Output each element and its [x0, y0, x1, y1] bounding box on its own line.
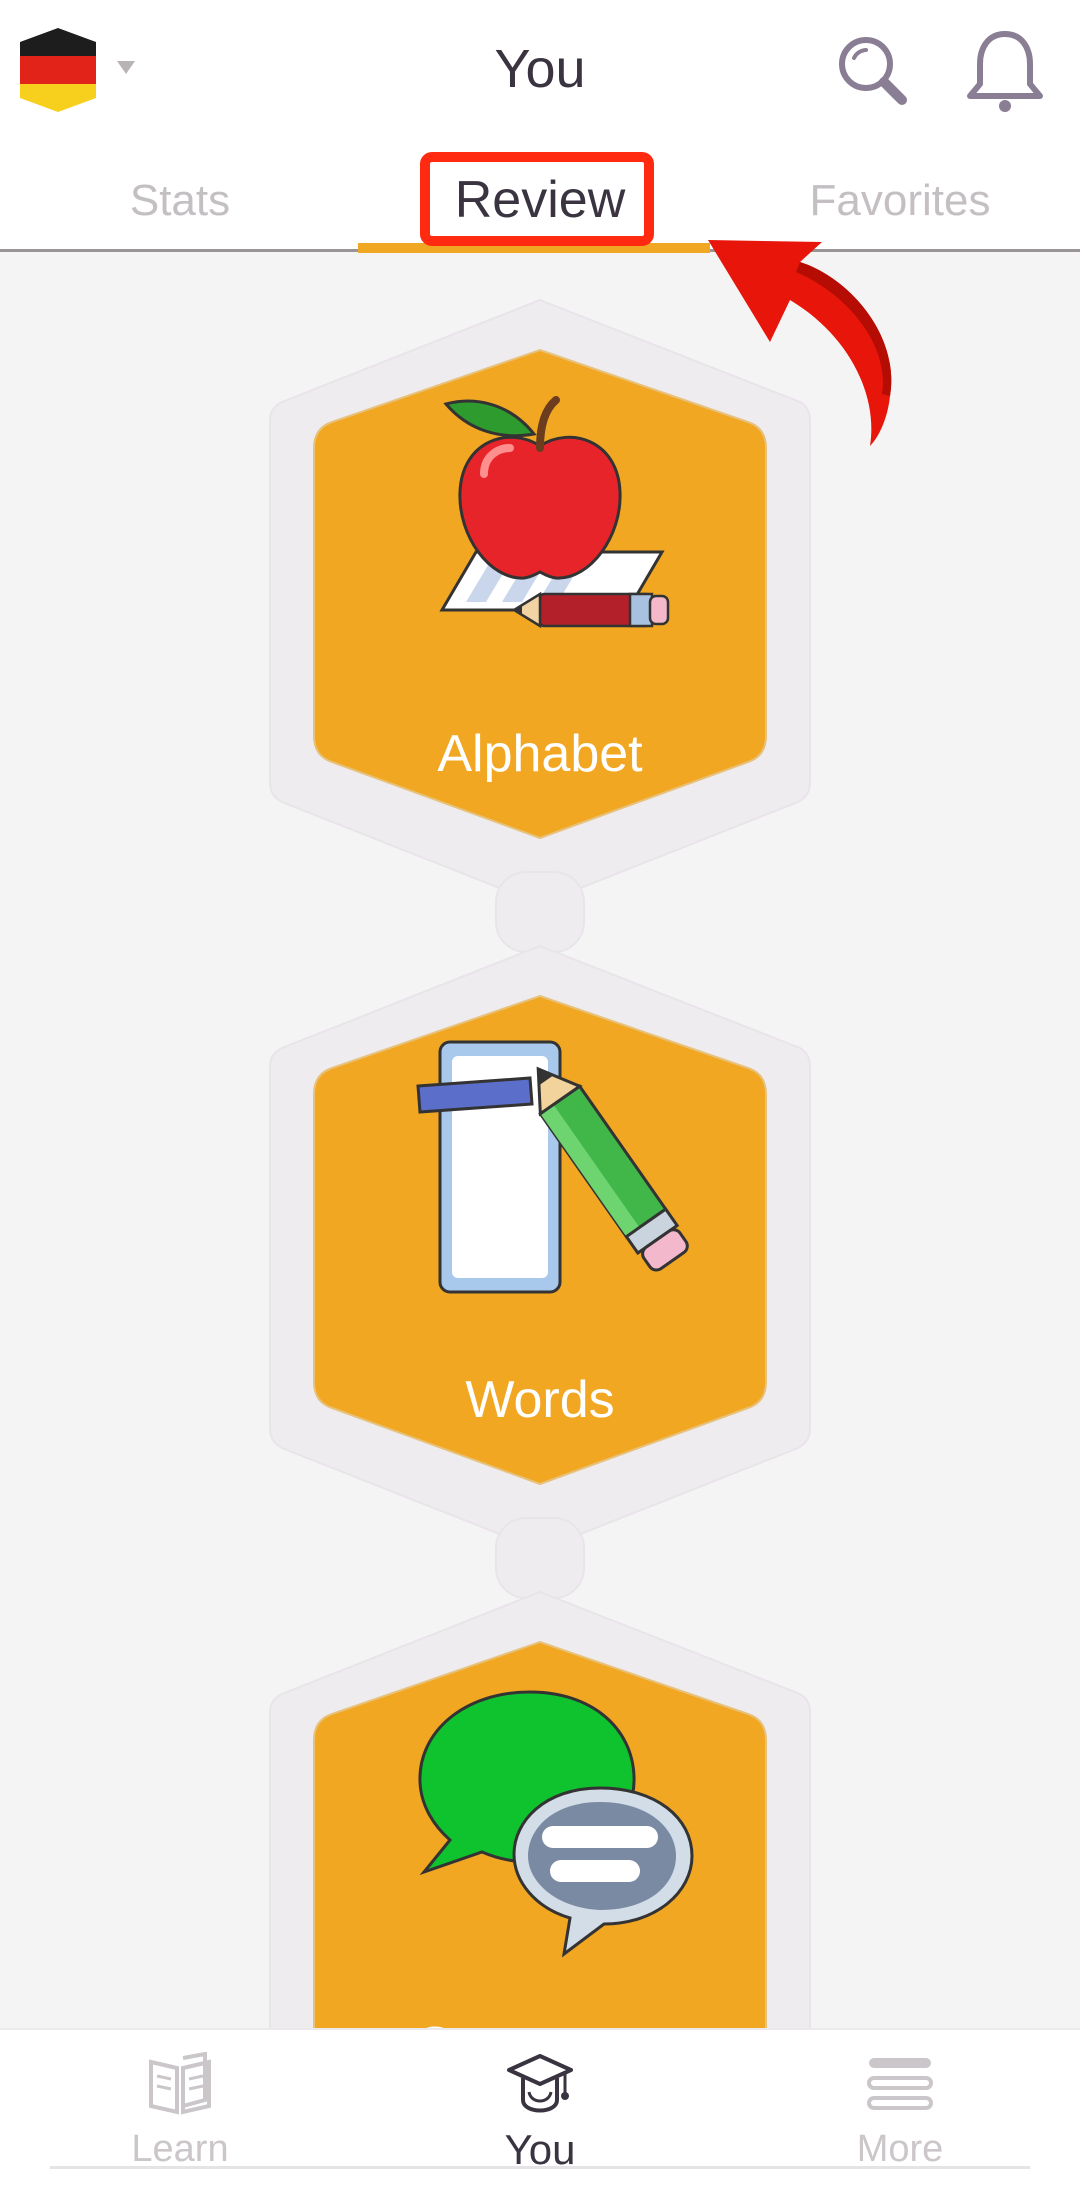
tab-review[interactable]: Review [360, 148, 720, 252]
notifications-button[interactable] [960, 28, 1050, 118]
nav-more[interactable]: More [720, 2030, 1080, 2188]
review-card-label: Sentences [300, 2016, 780, 2028]
review-card-sentences[interactable]: Sentences [300, 1636, 780, 2028]
graduation-cap-icon [507, 2054, 573, 2113]
language-selector[interactable] [16, 26, 146, 116]
review-card-words[interactable]: Words [300, 990, 780, 1490]
bottom-navigation: Learn You More [0, 2028, 1080, 2188]
nav-label: Learn [131, 2128, 229, 2170]
speech-bubbles-icon [418, 1690, 694, 1958]
nav-learn[interactable]: Learn [0, 2030, 360, 2188]
tab-bar: Stats Review Favorites [0, 148, 1080, 253]
tab-stats[interactable]: Stats [0, 148, 360, 252]
menu-lines-icon [867, 2058, 933, 2110]
caret-down-icon [117, 61, 135, 74]
page-title: You [494, 39, 586, 99]
bell-icon [967, 31, 1043, 112]
review-list: Alphabet Words [0, 252, 1080, 2028]
open-book-icon [149, 2052, 211, 2115]
search-icon [839, 37, 907, 105]
search-button[interactable] [830, 28, 920, 118]
review-card-label: Words [465, 1371, 615, 1429]
review-card-alphabet[interactable]: Alphabet [300, 344, 780, 844]
review-card-label: Alphabet [437, 725, 643, 783]
nav-you[interactable]: You [360, 2030, 720, 2188]
nav-label: More [856, 2128, 944, 2170]
tab-favorites[interactable]: Favorites [720, 148, 1080, 252]
system-gesture-bar [50, 2166, 1030, 2169]
top-header: You Stats Review Favorites [0, 0, 1080, 253]
germany-flag-icon [20, 28, 96, 112]
